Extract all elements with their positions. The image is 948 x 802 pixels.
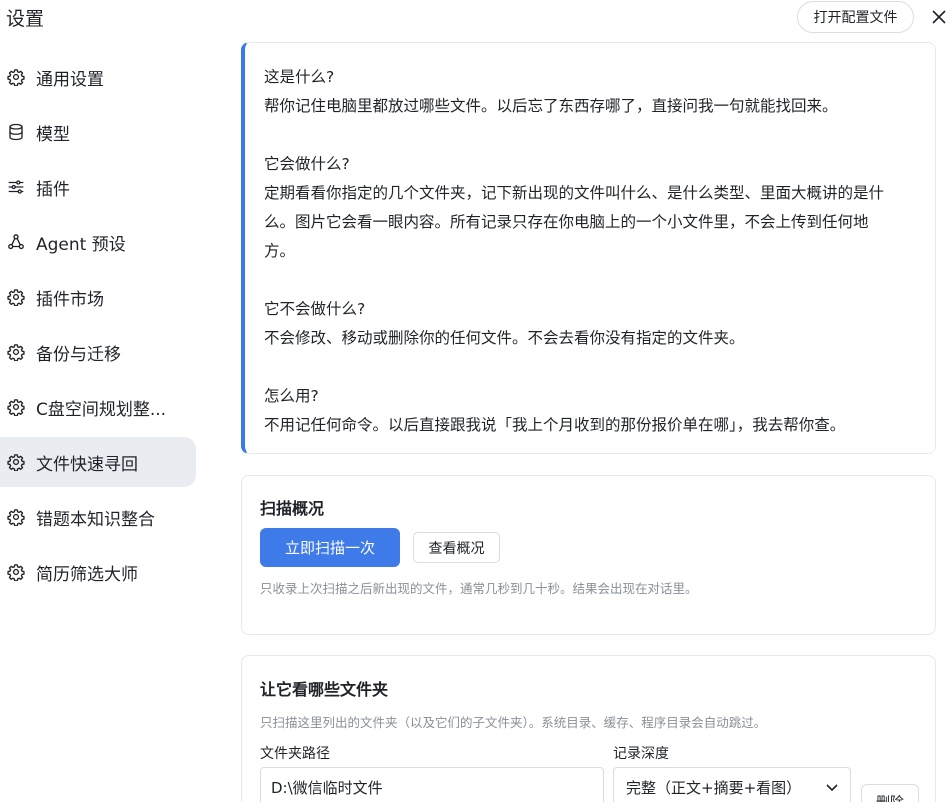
gear-icon xyxy=(6,562,26,582)
sidebar-item[interactable]: 插件 xyxy=(0,162,196,212)
open-config-button[interactable]: 打开配置文件 xyxy=(797,1,914,33)
sidebar-item-label: 通用设置 xyxy=(36,69,104,90)
answer-does-line-1: 定期看看你指定的几个文件夹，记下新出现的文件叫什么、是什么类型、里面大概讲的是什 xyxy=(264,184,885,202)
agent-network-icon xyxy=(6,232,26,252)
sidebar-item[interactable]: C盘空间规划整... xyxy=(0,382,196,432)
sidebar-item-label: 错题本知识整合 xyxy=(36,509,155,530)
record-depth-value: 完整（正文+摘要+看图） xyxy=(626,778,802,797)
settings-window: 设置 打开配置文件 通用设置模型插件 Agent 预设 插件市场备份与迁移 C盘空间规… xyxy=(0,0,948,802)
folders-card: 让它看哪些文件夹 只扫描这里列出的文件夹（以及它们的子文件夹）。系统目录、缓存、… xyxy=(241,655,936,802)
folders-title: 让它看哪些文件夹 xyxy=(260,680,389,699)
chevron-down-icon xyxy=(826,778,838,796)
close-icon[interactable] xyxy=(928,6,948,28)
question-does: 它会做什么? xyxy=(264,155,350,173)
gear-icon xyxy=(6,67,26,87)
folder-path-label: 文件夹路径 xyxy=(260,746,330,762)
view-overview-button[interactable]: 查看概况 xyxy=(413,532,500,563)
sidebar-item-label: 文件快速寻回 xyxy=(36,454,138,475)
sidebar-item[interactable]: 错题本知识整合 xyxy=(0,492,196,542)
answer-how: 不用记任何命令。以后直接跟我说「我上个月收到的那份报价单在哪」，我去帮你查。 xyxy=(264,416,846,434)
gear-icon xyxy=(6,287,26,307)
scan-hint: 只收录上次扫描之后新出现的文件，通常几秒到几十秒。结果会出现在对话里。 xyxy=(260,581,698,596)
gear-icon xyxy=(6,452,26,472)
gear-icon xyxy=(6,397,26,417)
sidebar: 通用设置模型插件 Agent 预设 插件市场备份与迁移 C盘空间规划整... 文件快速寻… xyxy=(0,52,200,602)
sidebar-item-label: 插件 xyxy=(36,179,70,200)
delete-folder-button[interactable]: 删除 xyxy=(861,784,919,802)
sidebar-item[interactable]: 备份与迁移 xyxy=(0,327,196,377)
plugin-description-card: 这是什么? 帮你记住电脑里都放过哪些文件。以后忘了东西存哪了，直接问我一句就能找… xyxy=(241,42,936,454)
sidebar-item[interactable]: 插件市场 xyxy=(0,272,196,322)
answer-does-not: 不会修改、移动或删除你的任何文件。不会去看你没有指定的文件夹。 xyxy=(264,329,745,347)
answer-does-line-2: 么。图片它会看一眼内容。所有记录只存在你电脑上的一个小文件里，不会上传到任何地 xyxy=(264,213,869,231)
scan-now-button[interactable]: 立即扫描一次 xyxy=(260,528,400,567)
sidebar-item-label: 备份与迁移 xyxy=(36,344,121,365)
sidebar-item-label: 简历筛选大师 xyxy=(36,564,138,585)
sidebar-item[interactable]: 模型 xyxy=(0,107,196,157)
answer-does-line-3: 方。 xyxy=(264,242,296,260)
gear-icon xyxy=(6,507,26,527)
page-title: 设置 xyxy=(6,8,45,30)
sidebar-item[interactable]: 文件快速寻回 xyxy=(0,437,196,487)
question-does-not: 它不会做什么? xyxy=(264,300,366,318)
sidebar-item-label: 模型 xyxy=(36,124,70,145)
record-depth-label: 记录深度 xyxy=(613,746,669,762)
database-icon xyxy=(6,122,26,142)
question-how: 怎么用? xyxy=(264,387,319,405)
gear-icon xyxy=(6,342,26,362)
record-depth-select[interactable]: 完整（正文+摘要+看图） xyxy=(613,767,851,802)
sidebar-item-label: 插件市场 xyxy=(36,289,104,310)
scan-overview-title: 扫描概况 xyxy=(260,499,325,518)
sliders-icon xyxy=(6,177,26,197)
sidebar-item-label: C盘空间规划整... xyxy=(36,399,167,420)
question-what: 这是什么? xyxy=(264,68,335,86)
sidebar-item[interactable]: 通用设置 xyxy=(0,52,196,102)
sidebar-item[interactable]: Agent 预设 xyxy=(0,217,196,267)
sidebar-item[interactable]: 简历筛选大师 xyxy=(0,547,196,597)
sidebar-item-label: Agent 预设 xyxy=(36,234,126,255)
answer-what: 帮你记住电脑里都放过哪些文件。以后忘了东西存哪了，直接问我一句就能找回来。 xyxy=(264,97,838,115)
folder-path-input[interactable] xyxy=(260,767,604,802)
scan-overview-card: 扫描概况 立即扫描一次 查看概况 只收录上次扫描之后新出现的文件，通常几秒到几十… xyxy=(241,475,936,635)
folders-hint: 只扫描这里列出的文件夹（以及它们的子文件夹）。系统目录、缓存、程序目录会自动跳过… xyxy=(260,715,767,730)
